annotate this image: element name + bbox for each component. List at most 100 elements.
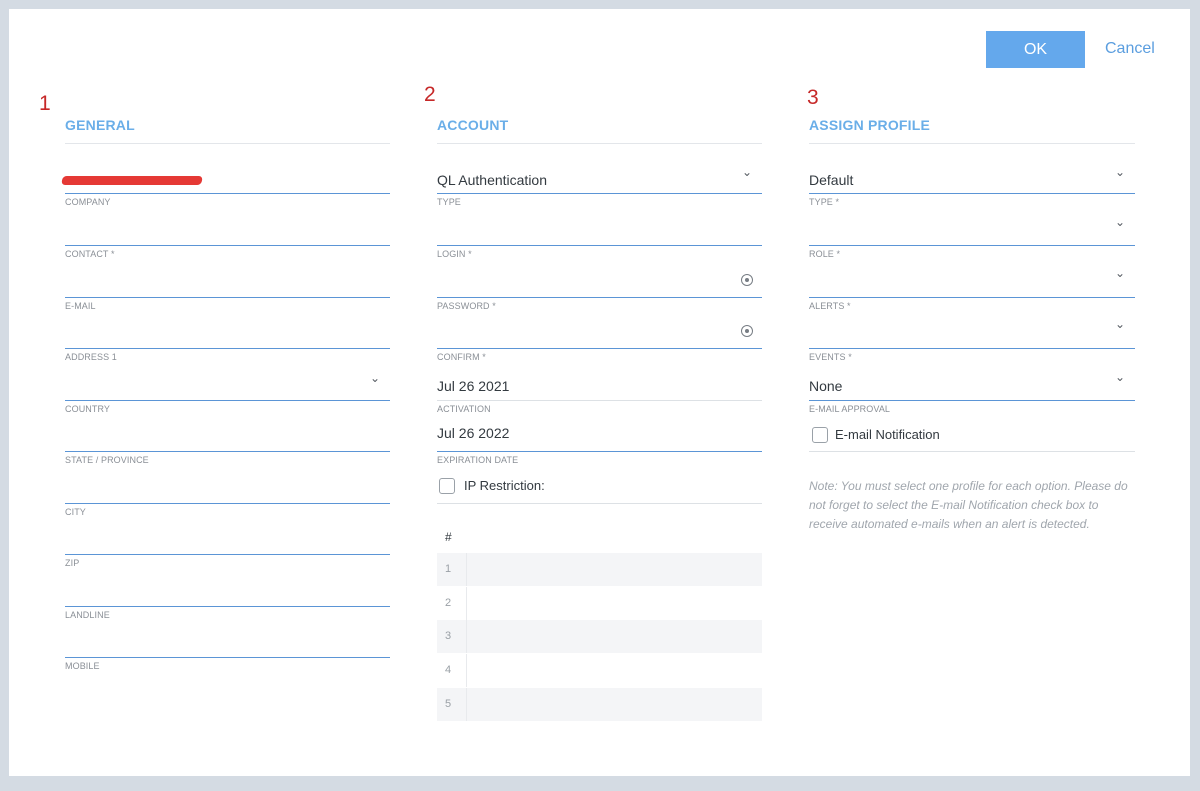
email-approval-value[interactable]: None bbox=[809, 378, 842, 394]
profile-note: Note: You must select one profile for ea… bbox=[809, 479, 1128, 531]
login-underline bbox=[437, 245, 762, 246]
account-type-label: TYPE bbox=[437, 197, 461, 207]
role-underline bbox=[809, 245, 1135, 246]
redaction-mark bbox=[61, 176, 203, 185]
ok-button[interactable]: OK bbox=[986, 31, 1085, 68]
events-select[interactable]: EVENTS * bbox=[809, 348, 1135, 400]
country-select[interactable]: COUNTRY bbox=[65, 400, 390, 452]
table-row-index: 4 bbox=[445, 664, 452, 676]
account-type-select[interactable]: TYPE bbox=[437, 193, 762, 245]
expiration-value[interactable]: Jul 26 2022 bbox=[437, 425, 509, 441]
account-divider bbox=[437, 143, 762, 144]
zip-underline bbox=[65, 554, 390, 555]
zip-label: ZIP bbox=[65, 558, 80, 568]
alerts-label: ALERTS * bbox=[809, 301, 851, 311]
address1-label: ADDRESS 1 bbox=[65, 352, 117, 362]
alerts-chevron-down-icon[interactable]: ⌄ bbox=[1115, 266, 1125, 280]
state-field[interactable]: STATE / PROVINCE bbox=[65, 451, 390, 503]
table-row[interactable]: 3 bbox=[437, 620, 762, 653]
mobile-field[interactable]: MOBILE bbox=[65, 657, 390, 709]
login-field[interactable]: LOGIN * bbox=[437, 245, 762, 297]
state-label: STATE / PROVINCE bbox=[65, 455, 149, 465]
email-approval-label: E-MAIL APPROVAL bbox=[809, 404, 891, 414]
mobile-underline bbox=[65, 657, 390, 658]
company-underline bbox=[65, 193, 390, 194]
contact-label: CONTACT * bbox=[65, 249, 115, 259]
city-field[interactable]: CITY bbox=[65, 503, 390, 555]
email-approval-underline bbox=[809, 400, 1135, 401]
state-underline bbox=[65, 451, 390, 452]
profile-divider bbox=[809, 143, 1135, 144]
profile-type-value[interactable]: Default bbox=[809, 172, 853, 188]
ip-restriction-label: IP Restriction: bbox=[464, 478, 545, 493]
activation-value[interactable]: Jul 26 2021 bbox=[437, 378, 509, 394]
confirm-underline bbox=[437, 348, 762, 349]
table-row-index: 2 bbox=[445, 597, 452, 609]
account-type-underline bbox=[437, 193, 762, 194]
profile-type-underline bbox=[809, 193, 1135, 194]
password-field[interactable]: PASSWORD * bbox=[437, 297, 762, 349]
table-row[interactable]: 4 bbox=[437, 654, 762, 687]
section-marker-1: 1 bbox=[39, 92, 51, 115]
events-chevron-down-icon[interactable]: ⌄ bbox=[1115, 317, 1125, 331]
profile-type-select[interactable]: TYPE * bbox=[809, 193, 1135, 245]
table-row[interactable]: 5 bbox=[437, 688, 762, 721]
landline-underline bbox=[65, 606, 390, 607]
ip-table-header: # bbox=[437, 520, 762, 552]
profile-section-title: ASSIGN PROFILE bbox=[809, 117, 931, 133]
city-label: CITY bbox=[65, 507, 86, 517]
zip-field[interactable]: ZIP bbox=[65, 554, 390, 606]
confirm-visibility-icon[interactable] bbox=[741, 325, 753, 337]
contact-field[interactable]: CONTACT * bbox=[65, 245, 390, 297]
table-row[interactable]: 2 bbox=[437, 587, 762, 620]
ip-restriction-checkbox[interactable] bbox=[439, 478, 455, 494]
email-notification-label: E-mail Notification bbox=[835, 427, 940, 442]
table-row-index: 3 bbox=[445, 630, 452, 642]
login-label: LOGIN * bbox=[437, 249, 472, 259]
email-approval-select[interactable]: E-MAIL APPROVAL bbox=[809, 400, 1135, 420]
expiration-label: EXPIRATION DATE bbox=[437, 455, 519, 465]
alerts-underline bbox=[809, 297, 1135, 298]
address1-underline bbox=[65, 348, 390, 349]
email-label: E-MAIL bbox=[65, 301, 96, 311]
ip-table-header-index: # bbox=[445, 530, 452, 544]
email-notification-divider bbox=[809, 451, 1135, 452]
profile-type-chevron-down-icon[interactable]: ⌄ bbox=[1115, 165, 1125, 179]
password-visibility-icon[interactable] bbox=[741, 274, 753, 286]
landline-label: LANDLINE bbox=[65, 610, 110, 620]
section-marker-3: 3 bbox=[807, 86, 819, 109]
company-label: COMPANY bbox=[65, 197, 111, 207]
account-type-value[interactable]: QL Authentication bbox=[437, 172, 547, 188]
email-notification-checkbox[interactable] bbox=[812, 427, 828, 443]
general-section-title: GENERAL bbox=[65, 117, 135, 133]
password-underline bbox=[437, 297, 762, 298]
role-chevron-down-icon[interactable]: ⌄ bbox=[1115, 215, 1125, 229]
landline-field[interactable]: LANDLINE bbox=[65, 606, 390, 658]
address1-field[interactable]: ADDRESS 1 bbox=[65, 348, 390, 400]
profile-type-label: TYPE * bbox=[809, 197, 840, 207]
cancel-button[interactable]: Cancel bbox=[1105, 40, 1155, 58]
expiration-underline bbox=[437, 451, 762, 452]
company-field[interactable]: COMPANY bbox=[65, 193, 390, 245]
email-approval-chevron-down-icon[interactable]: ⌄ bbox=[1115, 370, 1125, 384]
confirm-label: CONFIRM * bbox=[437, 352, 486, 362]
country-underline bbox=[65, 400, 390, 401]
mobile-label: MOBILE bbox=[65, 661, 100, 671]
email-field[interactable]: E-MAIL bbox=[65, 297, 390, 349]
expiration-field[interactable]: EXPIRATION DATE bbox=[437, 451, 762, 471]
account-section-title: ACCOUNT bbox=[437, 117, 509, 133]
table-row[interactable]: 1 bbox=[437, 553, 762, 586]
country-chevron-down-icon[interactable]: ⌄ bbox=[370, 371, 380, 385]
role-label: ROLE * bbox=[809, 249, 841, 259]
password-label: PASSWORD * bbox=[437, 301, 496, 311]
role-select[interactable]: ROLE * bbox=[809, 245, 1135, 297]
events-underline bbox=[809, 348, 1135, 349]
alerts-select[interactable]: ALERTS * bbox=[809, 297, 1135, 349]
table-row-index: 1 bbox=[445, 563, 452, 575]
ip-restriction-divider bbox=[437, 503, 762, 504]
general-divider bbox=[65, 143, 390, 144]
account-type-chevron-down-icon[interactable]: ⌄ bbox=[742, 165, 752, 179]
table-row-index: 5 bbox=[445, 698, 452, 710]
contact-underline bbox=[65, 245, 390, 246]
events-label: EVENTS * bbox=[809, 352, 852, 362]
